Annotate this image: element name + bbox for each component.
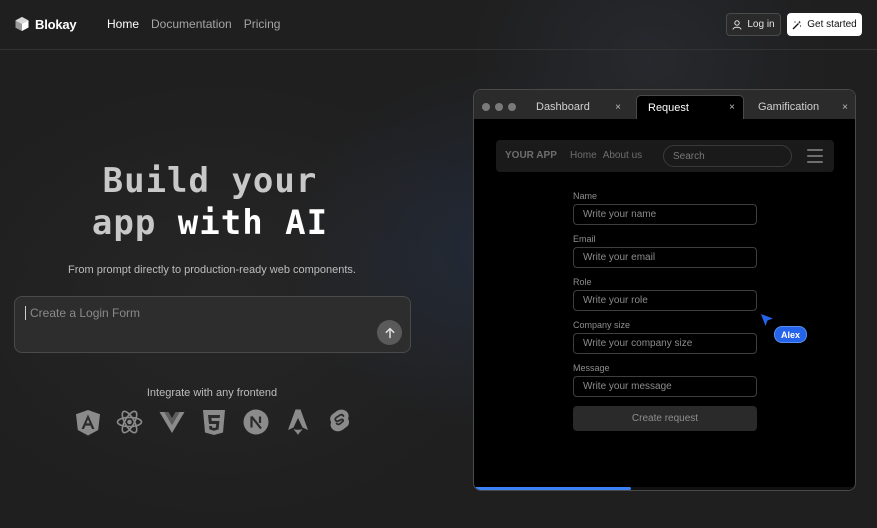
cursor-pointer-icon: [761, 314, 773, 326]
company-size-label: Company size: [573, 320, 631, 330]
get-started-button[interactable]: Get started: [787, 13, 862, 36]
astro-icon[interactable]: [284, 409, 311, 436]
nextjs-icon[interactable]: [242, 409, 269, 436]
app-nav-links: Home About us: [570, 150, 642, 161]
login-button[interactable]: Log in: [726, 13, 781, 36]
email-label: Email: [573, 234, 596, 244]
app-search-input[interactable]: [663, 145, 792, 167]
prompt-box: [14, 296, 411, 353]
create-request-button[interactable]: Create request: [573, 406, 757, 431]
nav-link-home[interactable]: Home: [107, 17, 139, 31]
vue-icon[interactable]: [158, 409, 185, 436]
progress-fill: [474, 487, 632, 490]
send-prompt-button[interactable]: [377, 320, 402, 345]
message-input[interactable]: [573, 376, 757, 397]
app-link-about[interactable]: About us: [603, 150, 642, 161]
tab-close-icon[interactable]: ×: [842, 102, 855, 113]
app-brand[interactable]: YOUR APP: [505, 150, 557, 161]
email-field: Email: [573, 234, 757, 268]
generation-progress-bar: [474, 487, 855, 490]
message-field: Message: [573, 363, 757, 397]
arrow-up-icon: [385, 327, 394, 338]
nav-link-pricing[interactable]: Pricing: [244, 17, 281, 31]
hamburger-menu-icon[interactable]: [807, 149, 823, 163]
tab-gamification[interactable]: Gamification ×: [755, 95, 855, 119]
company-size-field: Company size: [573, 320, 757, 354]
browser-tab-bar: Dashboard × Request × Gamification ×: [474, 90, 855, 119]
company-size-input[interactable]: [573, 333, 757, 354]
app-link-home[interactable]: Home: [570, 150, 597, 161]
svelte-icon[interactable]: [326, 409, 353, 436]
cube-logo-icon: [15, 17, 29, 31]
tab-label: Gamification: [758, 101, 820, 113]
tab-label: Dashboard: [536, 101, 590, 113]
name-input[interactable]: [573, 204, 757, 225]
role-label: Role: [573, 277, 592, 287]
angular-icon[interactable]: [74, 409, 101, 436]
tab-close-icon[interactable]: ×: [729, 102, 743, 113]
nav-link-documentation[interactable]: Documentation: [151, 17, 232, 31]
tab-request[interactable]: Request ×: [636, 95, 744, 119]
html5-icon[interactable]: [200, 409, 227, 436]
tab-dashboard[interactable]: Dashboard ×: [532, 95, 628, 119]
framework-icons: [74, 408, 354, 436]
cursor-name-tag: Alex: [774, 326, 808, 343]
app-navbar: YOUR APP Home About us: [496, 140, 834, 172]
integrate-label: Integrate with any frontend: [146, 387, 278, 399]
magic-wand-icon: [792, 20, 802, 29]
role-field: Role: [573, 277, 757, 311]
window-dot-icon[interactable]: [508, 103, 516, 111]
prompt-input[interactable]: [25, 306, 365, 320]
message-label: Message: [573, 363, 610, 373]
top-navbar: Blokay Home Documentation Pricing Log in…: [0, 0, 877, 50]
hero-title-with-ai: with AI: [177, 203, 329, 243]
login-label: Log in: [747, 19, 775, 30]
hero-subtitle: From prompt directly to production-ready…: [68, 264, 356, 276]
hero-title-line1: Build your: [102, 161, 318, 201]
email-input[interactable]: [573, 247, 757, 268]
brand-name: Blokay: [35, 16, 77, 32]
role-input[interactable]: [573, 290, 757, 311]
main-nav-links: Home Documentation Pricing: [107, 17, 280, 31]
tab-label: Request: [648, 101, 689, 114]
window-dot-icon[interactable]: [495, 103, 503, 111]
name-label: Name: [573, 191, 598, 201]
tab-close-icon[interactable]: ×: [615, 102, 628, 113]
get-started-label: Get started: [807, 19, 857, 30]
window-dot-icon[interactable]: [482, 103, 490, 111]
app-preview-window: Dashboard × Request × Gamification × YOU…: [473, 89, 856, 491]
hero-title-app: app: [91, 203, 157, 243]
react-icon[interactable]: [116, 409, 143, 436]
window-controls: [482, 103, 516, 111]
hero-title: Build your app with AI: [0, 160, 420, 244]
brand-logo[interactable]: Blokay: [14, 16, 77, 32]
user-icon: [732, 19, 742, 30]
name-field: Name: [573, 191, 757, 225]
